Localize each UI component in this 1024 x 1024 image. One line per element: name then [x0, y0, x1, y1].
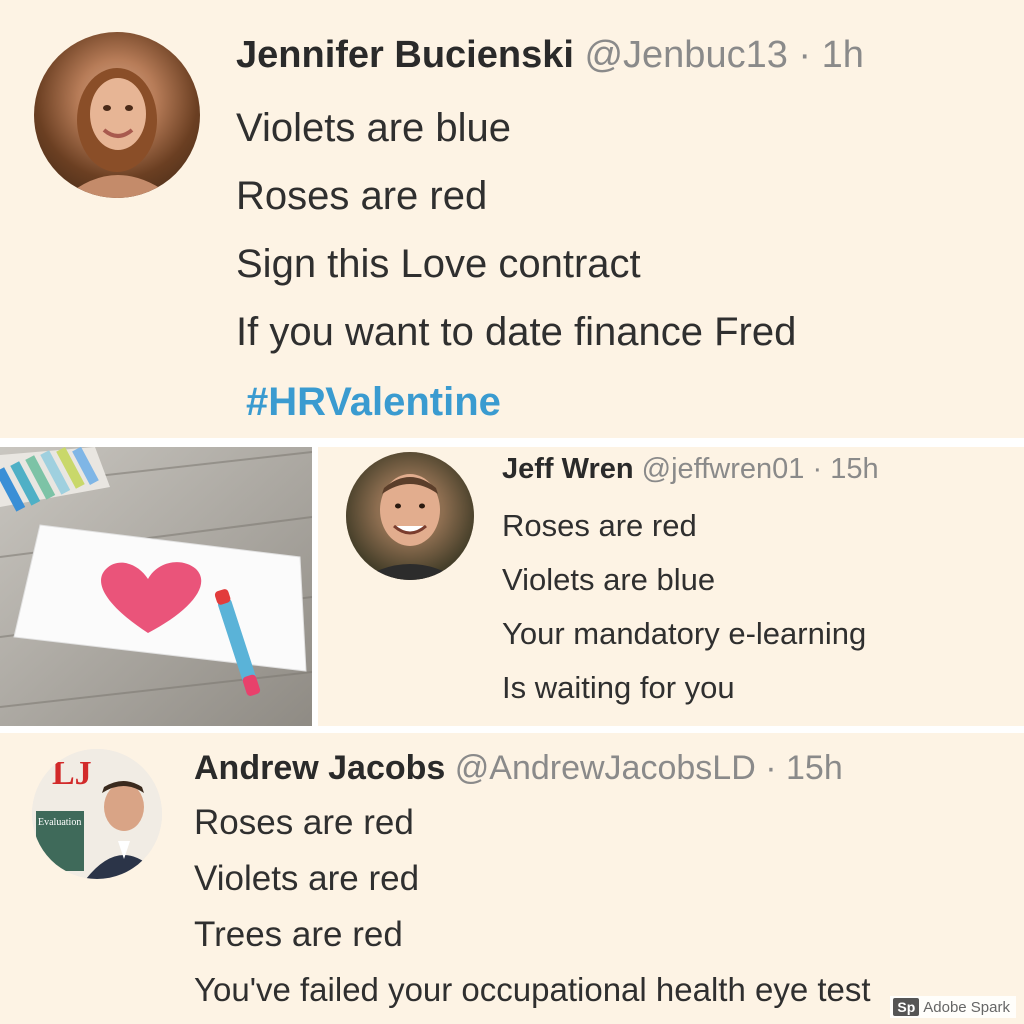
canvas: Jennifer Bucienski @Jenbuc13 · 1h Violet…: [0, 0, 1024, 1024]
timestamp[interactable]: 1h: [822, 34, 864, 76]
tweet-card-jennifer: Jennifer Bucienski @Jenbuc13 · 1h Violet…: [0, 0, 1024, 438]
separator-dot: ·: [812, 453, 823, 485]
author-name[interactable]: Jennifer Bucienski: [236, 34, 574, 76]
avatar-jennifer[interactable]: [34, 32, 200, 198]
tweet-header: Jennifer Bucienski @Jenbuc13 · 1h: [236, 34, 864, 77]
tweet-line: Roses are red: [194, 803, 414, 842]
tweet-line: Is waiting for you: [502, 670, 735, 705]
tweet-line: Roses are red: [502, 508, 697, 543]
heart-drawing-icon: [0, 447, 312, 726]
valentine-photo: [0, 447, 312, 726]
tweet-line: Roses are red: [236, 174, 488, 218]
avatar-andrew[interactable]: LJ Evaluation: [32, 749, 162, 879]
tweet-line: Violets are blue: [502, 562, 716, 597]
tweet-line: If you want to date finance Fred: [236, 310, 797, 354]
magazine-badge: LJ: [52, 755, 92, 792]
author-handle[interactable]: @jeffwren01: [642, 453, 805, 485]
author-name[interactable]: Andrew Jacobs: [194, 749, 445, 787]
avatar-jeff[interactable]: [346, 452, 474, 580]
tweet-header: Jeff Wren @jeffwren01 · 15h: [502, 453, 879, 486]
adobe-spark-watermark: Sp Adobe Spark: [890, 996, 1016, 1018]
author-handle[interactable]: @AndrewJacobsLD: [455, 749, 756, 787]
hashtag-link[interactable]: #HRValentine: [246, 380, 501, 425]
avatar-photo-icon: [346, 452, 474, 580]
watermark-text: Adobe Spark: [923, 998, 1010, 1016]
tweet-line: Your mandatory e-learning: [502, 616, 867, 651]
author-name[interactable]: Jeff Wren: [502, 453, 634, 485]
adobe-spark-logo-icon: Sp: [893, 998, 920, 1016]
magazine-cover-text: Evaluation: [38, 817, 82, 828]
tweet-line: Violets are blue: [236, 106, 511, 150]
avatar-photo-icon: [64, 68, 174, 198]
tweet-card-jeff: Jeff Wren @jeffwren01 · 15h Roses are re…: [318, 447, 1024, 726]
tweet-line: Trees are red: [194, 915, 403, 954]
author-handle[interactable]: @Jenbuc13: [584, 34, 787, 76]
tweet-line: Sign this Love contract: [236, 242, 641, 286]
separator-dot: ·: [765, 749, 777, 787]
tweet-card-andrew: LJ Evaluation Andrew Jacobs @AndrewJacob…: [0, 733, 1024, 1024]
timestamp[interactable]: 15h: [830, 453, 878, 485]
tweet-line: You've failed your occupational health e…: [194, 971, 871, 1008]
tweet-line: Violets are red: [194, 859, 420, 898]
tweet-header: Andrew Jacobs @AndrewJacobsLD · 15h: [194, 749, 843, 788]
timestamp[interactable]: 15h: [786, 749, 843, 787]
separator-dot: ·: [798, 34, 812, 76]
